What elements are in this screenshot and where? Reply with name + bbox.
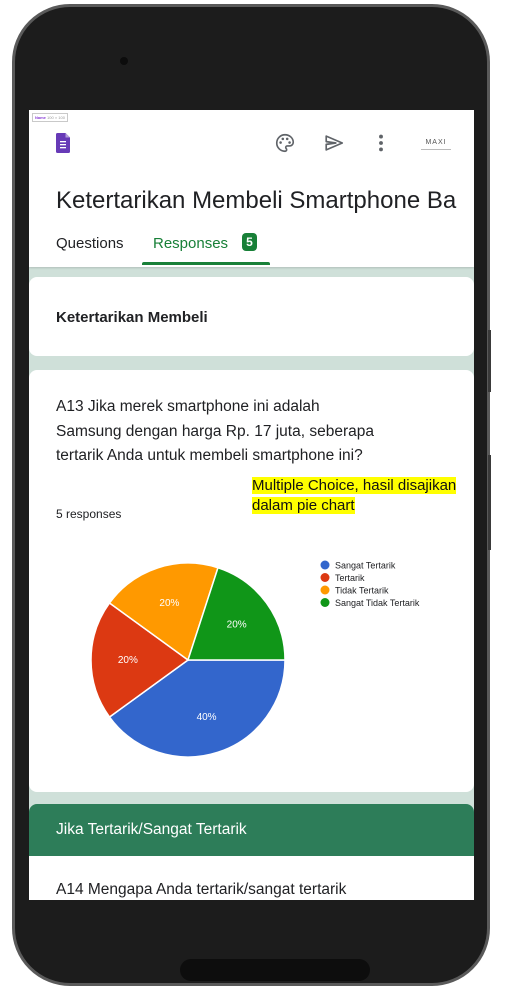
legend-swatch (320, 573, 330, 582)
pie-data-label: 20% (227, 620, 247, 631)
responses-count-badge: 5 (242, 233, 257, 251)
legend-label: Sangat Tidak Tertarik (335, 598, 420, 608)
avatar[interactable]: MAXI (421, 138, 451, 152)
next-question-text: A14 Mengapa Anda tertarik/sangat tertari… (56, 881, 347, 898)
section-header-title: Jika Tertarik/Sangat Tertarik (56, 821, 247, 838)
section-title: Ketertarikan Membeli (56, 309, 208, 326)
tab-responses[interactable]: Responses (153, 235, 228, 252)
annotation-line-2: dalam pie chart (252, 497, 355, 514)
responses-count: 5 responses (56, 507, 122, 521)
legend-swatch (320, 560, 330, 570)
legend-label: Tidak Tertarik (335, 586, 389, 596)
pie-data-label: 20% (118, 655, 138, 666)
camera-lens (120, 57, 128, 65)
form-title: Ketertarikan Membeli Smartphone Ba (56, 187, 457, 214)
app-bar: Name 100 × 100 MAXI Ketertarikan Membeli… (29, 110, 474, 267)
active-tab-indicator (142, 262, 270, 265)
forms-icon[interactable] (56, 133, 70, 153)
legend-swatch (320, 598, 330, 607)
home-bar (180, 959, 370, 981)
pie-chart: 40% 20% 20% 20% Sangat Tertarik Tertarik Tidak… (90, 560, 420, 758)
mini-tag: Name 100 × 100 (32, 113, 68, 122)
legend-label: Sangat Tertarik (335, 561, 396, 571)
annotation-note: Multiple Choice, hasil disajikan dalam p… (252, 476, 512, 516)
send-icon[interactable] (323, 132, 345, 154)
legend-label: Tertarik (335, 573, 365, 583)
side-button (488, 330, 491, 392)
tab-questions[interactable]: Questions (56, 235, 124, 252)
palette-icon[interactable] (274, 132, 296, 154)
annotation-line-1: Multiple Choice, hasil disajikan (252, 477, 457, 494)
more-vert-icon[interactable] (373, 132, 389, 154)
legend-swatch (320, 585, 330, 595)
question-text: A13 Jika merek smartphone ini adalah Sam… (56, 398, 374, 464)
avatar-underline (421, 149, 451, 150)
pie-data-label: 40% (197, 712, 217, 723)
pie-data-label: 20% (159, 598, 179, 609)
